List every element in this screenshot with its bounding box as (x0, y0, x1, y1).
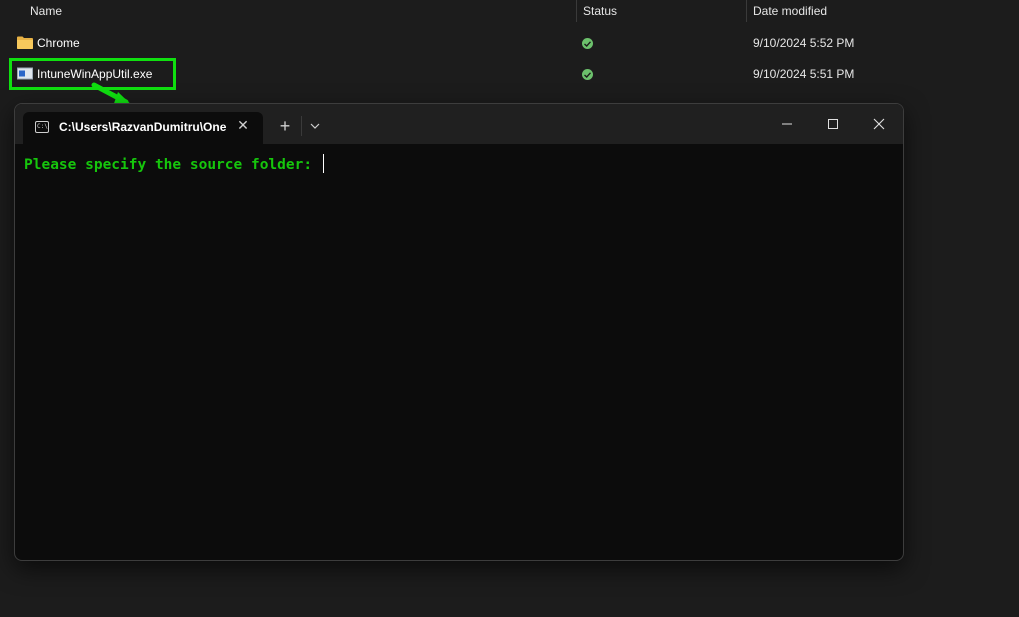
cmd-icon: C:\ (35, 121, 49, 133)
file-date-modified: 9/10/2024 5:52 PM (753, 36, 855, 50)
maximize-button[interactable] (810, 110, 856, 138)
close-button[interactable] (856, 110, 902, 138)
tab-cmd[interactable]: C:\ C:\Users\RazvanDumitru\One ✕ (23, 112, 263, 144)
minimize-button[interactable] (764, 110, 810, 138)
close-icon[interactable]: ✕ (233, 115, 253, 135)
close-icon (873, 118, 885, 130)
minimize-icon (782, 123, 792, 125)
tab-dropdown-button[interactable] (305, 116, 325, 136)
available-status-icon (582, 69, 593, 80)
maximize-icon (828, 119, 838, 129)
column-divider[interactable] (746, 0, 747, 22)
file-name: Chrome (37, 36, 80, 50)
file-row-chrome[interactable]: Chrome 9/10/2024 5:52 PM (0, 29, 910, 57)
terminal-titlebar[interactable]: C:\ C:\Users\RazvanDumitru\One ✕ + (15, 104, 903, 144)
console-prompt-text: Please specify the source folder: (24, 157, 321, 173)
new-tab-button[interactable]: + (275, 116, 295, 136)
console-output[interactable]: Please specify the source folder: (24, 154, 324, 173)
terminal-window[interactable]: C:\ C:\Users\RazvanDumitru\One ✕ + Pleas… (14, 103, 904, 561)
text-cursor (322, 154, 324, 173)
column-header-name[interactable]: Name (30, 0, 62, 22)
tab-divider (301, 116, 302, 136)
file-date-modified: 9/10/2024 5:51 PM (753, 67, 855, 81)
column-divider[interactable] (576, 0, 577, 22)
available-status-icon (582, 38, 593, 49)
column-header-date-modified[interactable]: Date modified (753, 0, 827, 22)
sort-caret-icon: ˇ (294, 0, 297, 5)
folder-icon (17, 36, 33, 49)
tab-title: C:\Users\RazvanDumitru\One (59, 120, 227, 134)
chevron-down-icon (310, 123, 320, 129)
column-header-status[interactable]: Status (583, 0, 617, 22)
